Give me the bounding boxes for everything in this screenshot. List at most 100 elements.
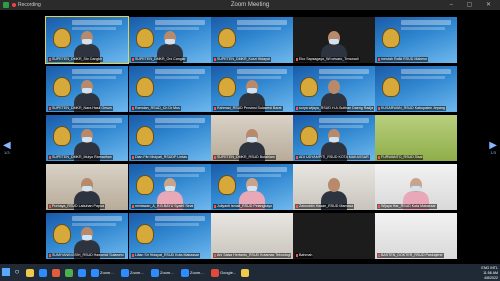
taskbar-app-button[interactable] <box>39 267 48 278</box>
search-icon[interactable]: ○ <box>12 267 22 277</box>
virtual-background-banner <box>155 216 205 221</box>
participant-name: Purbaya_RSUD Labuhan Papua <box>48 204 105 209</box>
taskbar-app-button[interactable]: Zoom... <box>151 267 174 278</box>
app-icon <box>39 268 47 277</box>
virtual-background-banner <box>155 20 205 25</box>
participant-tile[interactable]: SUPETEN_DMKR_Mulyo Ramadhan <box>46 115 128 161</box>
participant-tile[interactable]: FURWANTO_RSUD Sisal <box>375 115 457 161</box>
garuda-emblem-icon <box>136 28 154 48</box>
app-icon <box>78 268 86 277</box>
participant-name: FURWANTO_RSUD Sisal <box>377 155 424 160</box>
participant-name: Juliyanti ismail_RSUD Pelangkayo <box>213 204 274 209</box>
participant-tile[interactable]: meutah Rafki RSUD Makmur <box>375 17 457 63</box>
face-mask <box>329 39 339 44</box>
muted-mic-icon <box>49 155 51 159</box>
face-mask <box>165 186 175 191</box>
virtual-background-banner <box>72 20 122 25</box>
taskbar-app-button[interactable]: Google... <box>211 267 236 278</box>
taskbar-app-button[interactable] <box>78 267 87 278</box>
participant-name: Zainuddin Hasan_RSUD Mamasa <box>295 204 355 209</box>
participant-name-text: Eko Sapsagayo_Wi cesaro_Tmswadi <box>299 57 359 61</box>
face-mask <box>82 186 92 191</box>
muted-mic-icon <box>296 253 298 257</box>
participant-tile[interactable]: Ani Salsa Hertanto_RSUD Kotamas Teknolog… <box>211 213 293 259</box>
participant-name-text: Rahmad_RSUD Provinsi Sulawesi Barat <box>217 106 282 110</box>
window-controls[interactable]: – ▢ ✕ <box>450 1 497 8</box>
participant-tile[interactable]: Bahmah <box>293 213 375 259</box>
app-icon <box>91 268 99 277</box>
face-mask <box>329 137 339 142</box>
participant-name: Ani Salsa Hertanto_RSUD Kotamas Teknolog… <box>213 253 292 258</box>
participant-tile[interactable]: SUMIYANINGSIH_RSUD Hawarisil Sulawesi <box>46 213 128 259</box>
muted-mic-icon <box>378 106 380 110</box>
virtual-background-banner <box>319 69 369 74</box>
participant-tile[interactable]: Eko Sapsagayo_Wi cesaro_Tmswadi <box>293 17 375 63</box>
face-mask <box>247 186 257 191</box>
participant-name-text: Purbaya_RSUD Labuhan Papua <box>52 204 104 208</box>
participant-name: SUMIYANINGSIH_RSUD Hawarisil Sulawesi <box>48 253 125 258</box>
participant-name-text: Ramdan_RSUD_Ch Dr Mus <box>135 106 180 110</box>
taskbar-app-button[interactable] <box>26 267 35 278</box>
app-icon <box>26 268 34 277</box>
virtual-background-banner <box>72 118 122 123</box>
virtual-background-banner <box>319 118 369 123</box>
muted-mic-icon <box>214 57 216 61</box>
virtual-background-banner-line <box>319 76 363 79</box>
participant-tile[interactable]: Wijaya Har_RSUD Kota Makassar <box>375 164 457 210</box>
windows-start-icon[interactable] <box>2 268 10 276</box>
participant-tile[interactable]: SUPETEN_DMKR_RSUD Butahlam <box>211 115 293 161</box>
taskbar-app-button[interactable]: Zoom... <box>121 267 144 278</box>
participant-name: SUPETEN_DMKR_Oni Cangkir <box>131 57 187 62</box>
virtual-background-banner <box>72 216 122 221</box>
participant-tile[interactable]: Dian Fitri Mulyati_RSUDP Lintas <box>129 115 211 161</box>
garuda-emblem-icon <box>300 126 318 146</box>
participant-tile[interactable]: SUPETEN_DMKR_Nara Hasil Gesun <box>46 66 128 112</box>
participant-tile[interactable]: surya wijaya_RSUD H.A.Sulthan Daeng Radj… <box>293 66 375 112</box>
muted-mic-icon <box>49 57 51 61</box>
muted-mic-icon <box>296 57 298 61</box>
garuda-emblem-icon <box>53 77 71 97</box>
muted-mic-icon <box>214 253 216 257</box>
app-icon <box>241 268 249 277</box>
virtual-background-banner <box>401 69 451 74</box>
participant-tile[interactable]: Zainuddin Hasan_RSUD Mamasa <box>293 164 375 210</box>
taskbar-app-button[interactable]: Zoom... <box>181 267 204 278</box>
system-tray: ENG INTL 11:56 AM 4/8/2022 <box>481 266 498 281</box>
participant-name: ADI UDYAMPITI_RSUD KOTA MAKASSAR <box>295 155 370 160</box>
participant-tile[interactable]: Rahmad_RSUD Provinsi Sulawesi Barat <box>211 66 293 112</box>
virtual-background-banner-line <box>237 27 281 30</box>
participant-name: SUPETEN_DMKR_RSUD Butahlam <box>213 155 276 160</box>
participant-tile[interactable]: SUPETEN_DMKR_Sio Cangkir <box>45 16 129 64</box>
virtual-background-banner-line <box>237 76 281 79</box>
garuda-emblem-icon <box>218 28 236 48</box>
participant-tile[interactable]: Juliyanti ismail_RSUD Pelangkayo <box>211 164 293 210</box>
garuda-emblem-icon <box>218 77 236 97</box>
participant-name-text: FURWANTO_RSUD Sisal <box>381 155 423 159</box>
participant-name-text: surya wijaya_RSUD H.A.Sulthan Daeng Radj… <box>299 106 374 110</box>
app-icon <box>52 268 60 277</box>
participant-tile[interactable]: KUSARWAN_RSUD Kabupaten Jepang <box>375 66 457 112</box>
muted-mic-icon <box>296 106 298 110</box>
participant-tile[interactable]: SUPETEN_DMKR_Oni Cangkir <box>129 17 211 63</box>
participant-name: SUPETEN_DMKR_Kusri Hidayat <box>213 57 271 62</box>
muted-mic-icon <box>49 253 51 257</box>
tray-date[interactable]: 4/8/2022 <box>481 276 498 281</box>
taskbar-app-button[interactable] <box>52 267 61 278</box>
participant-tile[interactable]: ADI UDYAMPITI_RSUD KOTA MAKASSAR <box>293 115 375 161</box>
taskbar-app-button[interactable] <box>241 267 250 278</box>
participant-tile[interactable]: Lilian Sri Hidayat_RSUD Kota Makassar <box>129 213 211 259</box>
participant-name: mintawan_A_H.B.BAYU Syafril Sinai <box>131 204 195 209</box>
muted-mic-icon <box>132 57 134 61</box>
participant-tile[interactable]: Purbaya_RSUD Labuhan Papua <box>46 164 128 210</box>
taskbar-app-label: Zoom... <box>100 270 114 275</box>
participant-tile[interactable]: BASTEN_DOKTER_RSUD Pankajene <box>375 213 457 259</box>
garuda-emblem-icon <box>218 175 236 195</box>
participant-tile[interactable]: Ramdan_RSUD_Ch Dr Mus <box>129 66 211 112</box>
participant-tile[interactable]: mintawan_A_H.B.BAYU Syafril Sinai <box>129 164 211 210</box>
participant-tile[interactable]: SUPETEN_DMKR_Kusri Hidayat <box>211 17 293 63</box>
next-page-number: 1/3 <box>490 150 496 155</box>
face-mask <box>82 88 92 93</box>
taskbar-app-button[interactable]: Zoom... <box>91 267 114 278</box>
garuda-emblem-icon <box>136 224 154 244</box>
taskbar-app-button[interactable] <box>65 267 74 278</box>
